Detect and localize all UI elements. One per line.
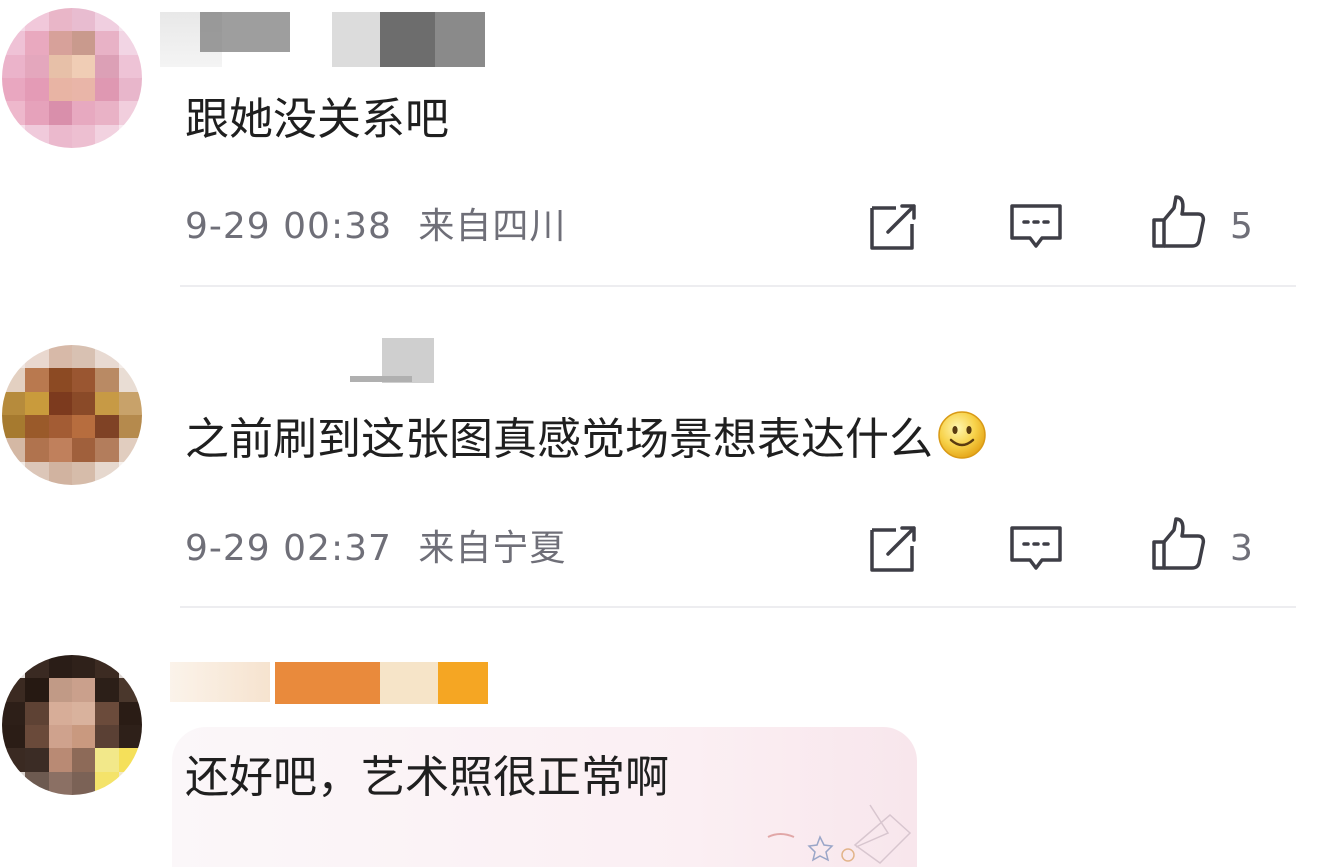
comment-item: 还好吧，艺术照很正常啊	[0, 0, 1324, 867]
paper-crane-decoration-icon	[767, 804, 912, 864]
user-avatar[interactable]	[2, 655, 142, 795]
comment-text: 还好吧，艺术照很正常啊	[185, 752, 669, 803]
username-blurred[interactable]	[170, 662, 490, 717]
